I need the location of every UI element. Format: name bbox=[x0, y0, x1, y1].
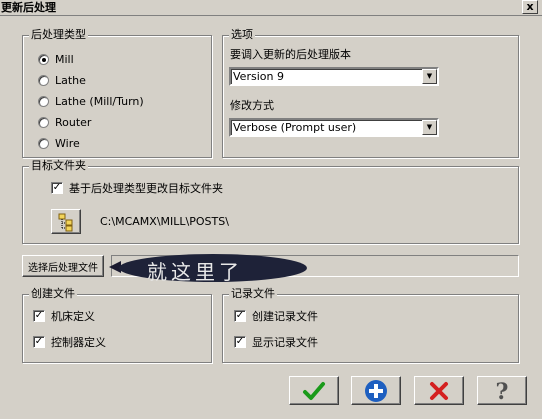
radio-lathe-mill-turn[interactable]: Lathe (Mill/Turn) bbox=[38, 93, 144, 109]
post-type-legend: 后处理类型 bbox=[29, 28, 88, 42]
cancel-x-icon bbox=[430, 381, 448, 400]
radio-router-label: Router bbox=[55, 115, 92, 129]
chevron-down-icon[interactable]: ▼ bbox=[422, 120, 437, 135]
radio-router[interactable]: Router bbox=[38, 114, 91, 130]
close-button[interactable]: x bbox=[522, 0, 538, 14]
ok-check-icon bbox=[303, 381, 325, 400]
chevron-down-icon[interactable]: ▼ bbox=[422, 69, 437, 84]
version-select[interactable]: Version 9 ▼ bbox=[229, 67, 439, 86]
close-icon: x bbox=[526, 0, 534, 13]
machine-definition-label: 机床定义 bbox=[51, 310, 95, 323]
machine-definition-checkbox[interactable]: ✓ bbox=[33, 310, 45, 322]
mode-select-value: Verbose (Prompt user) bbox=[233, 121, 357, 134]
title-bar: 更新后处理 x bbox=[0, 0, 542, 16]
target-folder-checkbox-row[interactable]: ✓ 基于后处理类型更改目标文件夹 bbox=[51, 180, 223, 196]
ok-button[interactable] bbox=[289, 376, 339, 405]
radio-router-indicator[interactable] bbox=[38, 116, 49, 128]
radio-lathe-mill-turn-indicator[interactable] bbox=[38, 95, 49, 107]
control-definition-checkbox[interactable]: ✓ bbox=[33, 336, 45, 348]
window-title: 更新后处理 bbox=[1, 1, 56, 14]
log-files-group: 记录文件 bbox=[222, 287, 519, 363]
create-log-checkbox-row[interactable]: ✓ 创建记录文件 bbox=[234, 308, 318, 324]
target-folder-group: 目标文件夹 bbox=[22, 159, 519, 244]
control-definition-checkbox-row[interactable]: ✓ 控制器定义 bbox=[33, 334, 106, 350]
annotation-callout: 就这里了 bbox=[109, 253, 309, 284]
mode-select[interactable]: Verbose (Prompt user) ▼ bbox=[229, 118, 439, 137]
radio-mill-label: Mill bbox=[55, 52, 74, 66]
show-log-checkbox[interactable]: ✓ bbox=[234, 336, 246, 348]
target-folder-legend: 目标文件夹 bbox=[29, 159, 88, 173]
folder-tree-icon bbox=[58, 213, 73, 232]
create-files-legend: 创建文件 bbox=[29, 287, 77, 301]
mode-label: 修改方式 bbox=[230, 99, 274, 112]
show-log-label: 显示记录文件 bbox=[252, 336, 318, 349]
browse-folder-button[interactable] bbox=[51, 209, 81, 234]
radio-wire[interactable]: Wire bbox=[38, 135, 80, 151]
radio-wire-indicator[interactable] bbox=[38, 137, 49, 149]
create-files-group: 创建文件 bbox=[22, 287, 212, 363]
add-button[interactable] bbox=[351, 376, 401, 405]
radio-mill-indicator[interactable] bbox=[38, 53, 49, 65]
control-definition-label: 控制器定义 bbox=[51, 336, 106, 349]
radio-lathe-label: Lathe bbox=[55, 73, 86, 87]
radio-lathe[interactable]: Lathe bbox=[38, 72, 86, 88]
help-button[interactable]: ? bbox=[477, 376, 527, 405]
machine-definition-checkbox-row[interactable]: ✓ 机床定义 bbox=[33, 308, 95, 324]
radio-lathe-mill-turn-label: Lathe (Mill/Turn) bbox=[55, 94, 144, 108]
target-folder-checkbox[interactable]: ✓ bbox=[51, 182, 63, 194]
options-legend: 选项 bbox=[229, 28, 255, 42]
target-folder-path: C:\MCAMX\MILL\POSTS\ bbox=[100, 215, 229, 228]
log-files-legend: 记录文件 bbox=[229, 287, 277, 301]
select-post-file-button[interactable]: 选择后处理文件 bbox=[22, 255, 104, 277]
version-label: 要调入更新的后处理版本 bbox=[230, 48, 351, 61]
add-plus-icon bbox=[365, 379, 387, 402]
create-log-checkbox[interactable]: ✓ bbox=[234, 310, 246, 322]
annotation-text: 就这里了 bbox=[147, 260, 243, 284]
version-select-value: Version 9 bbox=[233, 70, 284, 83]
cancel-button[interactable] bbox=[414, 376, 464, 405]
help-question-icon: ? bbox=[496, 379, 509, 403]
radio-wire-label: Wire bbox=[55, 136, 80, 150]
radio-mill[interactable]: Mill bbox=[38, 51, 74, 67]
select-post-file-label: 选择后处理文件 bbox=[28, 262, 98, 274]
svg-text:?: ? bbox=[496, 379, 509, 403]
create-log-label: 创建记录文件 bbox=[252, 310, 318, 323]
show-log-checkbox-row[interactable]: ✓ 显示记录文件 bbox=[234, 334, 318, 350]
radio-lathe-indicator[interactable] bbox=[38, 74, 49, 86]
target-folder-checkbox-label: 基于后处理类型更改目标文件夹 bbox=[69, 182, 223, 195]
